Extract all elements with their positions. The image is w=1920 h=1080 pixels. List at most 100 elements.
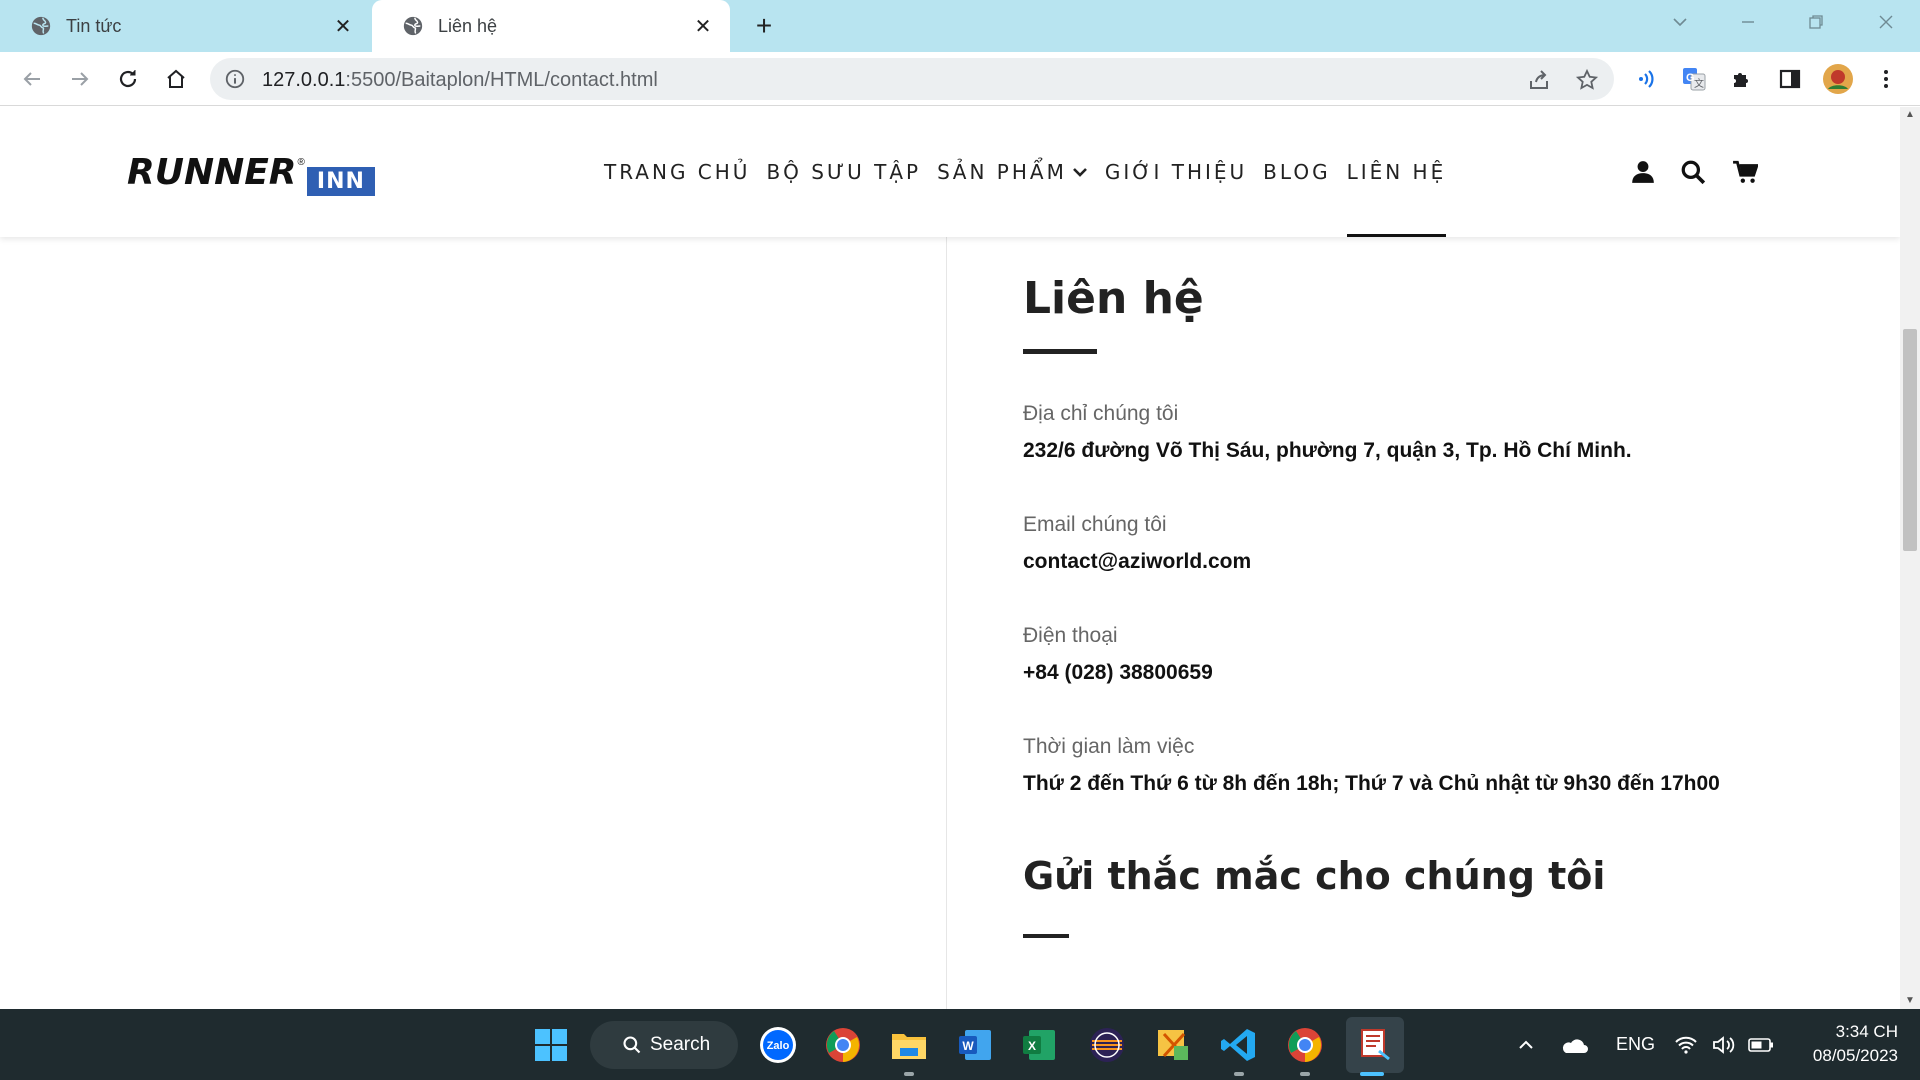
word-app-icon[interactable]: W	[952, 1022, 998, 1068]
nav-item-trang-chu[interactable]: TRANG CHỦ	[596, 107, 758, 237]
url-text: 127.0.0.1:5500/Baitaplon/HTML/contact.ht…	[262, 69, 658, 92]
svg-text:文: 文	[1694, 77, 1704, 90]
nav-item-gioi-thieu[interactable]: GIỚI THIỆU	[1097, 107, 1255, 237]
browser-toolbar: 127.0.0.1:5500/Baitaplon/HTML/contact.ht…	[0, 52, 1920, 106]
system-clock[interactable]: 3:34 CH 08/05/2023	[1788, 1020, 1898, 1068]
scroll-up-arrow-icon[interactable]: ▲	[1900, 107, 1920, 123]
address-bar[interactable]: 127.0.0.1:5500/Baitaplon/HTML/contact.ht…	[210, 58, 1614, 100]
nav-item-san-pham[interactable]: SẢN PHẨM	[929, 107, 1097, 237]
onedrive-cloud-icon[interactable]	[1560, 1009, 1588, 1080]
nav-item-bo-suu-tap[interactable]: BỘ SƯU TẬP	[758, 107, 929, 237]
column-divider	[946, 237, 947, 1009]
form-title: Gửi thắc mắc cho chúng tôi	[1023, 854, 1606, 898]
address-label: Địa chỉ chúng tôi	[1023, 402, 1179, 425]
google-translate-icon[interactable]: G文	[1676, 61, 1712, 97]
file-explorer-icon[interactable]	[886, 1022, 932, 1068]
restore-icon[interactable]	[1790, 0, 1842, 44]
url-host: 127.0.0.1	[262, 69, 346, 91]
scrollbar-thumb[interactable]	[1903, 329, 1917, 551]
nav-label: GIỚI THIỆU	[1104, 160, 1248, 184]
snipping-tool-icon[interactable]	[1150, 1022, 1196, 1068]
reload-icon[interactable]	[110, 61, 146, 97]
svg-text:W: W	[962, 1039, 974, 1053]
phone-value[interactable]: +84 (028) 38800659	[1023, 659, 1823, 687]
nav-label: BLOG	[1263, 160, 1331, 184]
tab-lien-he[interactable]: Liên hệ ✕	[372, 0, 730, 52]
nav-label: LIÊN HỆ	[1346, 160, 1447, 184]
page-title: Liên hệ	[1023, 273, 1204, 324]
site-info-icon[interactable]	[224, 68, 246, 90]
extensions-puzzle-icon[interactable]	[1724, 61, 1760, 97]
tray-overflow-chevron-icon[interactable]	[1516, 1009, 1536, 1080]
site-header: RUNNER ® INN TRANG CHỦ BỘ SƯU TẬP SẢN PH…	[0, 107, 1900, 237]
wifi-icon[interactable]	[1674, 1009, 1698, 1080]
bookmark-star-icon[interactable]	[1574, 67, 1600, 93]
tab-title: Liên hệ	[438, 15, 498, 36]
forward-arrow-icon[interactable]	[62, 61, 98, 97]
title-underline	[1023, 349, 1097, 354]
zalo-label: Zalo	[767, 1040, 790, 1052]
close-tab-icon[interactable]: ✕	[688, 11, 718, 41]
scroll-down-arrow-icon[interactable]: ▼	[1900, 993, 1920, 1009]
zalo-app-icon[interactable]: Zalo	[755, 1022, 801, 1068]
tab-search-icon[interactable]	[1654, 0, 1706, 44]
excel-app-icon[interactable]: X	[1016, 1022, 1062, 1068]
battery-icon[interactable]	[1748, 1009, 1774, 1080]
eclipse-app-icon[interactable]	[1084, 1022, 1130, 1068]
tab-tin-tuc[interactable]: Tin tức ✕	[0, 0, 370, 52]
svg-text:X: X	[1028, 1039, 1036, 1053]
nav-label: SẢN PHẨM	[937, 160, 1067, 184]
site-logo[interactable]: RUNNER ® INN	[127, 153, 375, 196]
hours-value: Thứ 2 đến Thứ 6 từ 8h đến 18h; Thứ 7 và …	[1023, 772, 1720, 795]
tab-title: Tin tức	[66, 15, 122, 36]
windows-taskbar: Search Zalo W X ENG 3:34 CH 08/05/2023	[0, 1009, 1920, 1080]
logo-registered-mark: ®	[297, 157, 305, 168]
phone-label: Điện thoại	[1023, 624, 1118, 647]
close-window-icon[interactable]	[1860, 0, 1912, 44]
nav-label: TRANG CHỦ	[604, 160, 751, 184]
nav-item-blog[interactable]: BLOG	[1255, 107, 1338, 237]
email-label: Email chúng tôi	[1023, 513, 1167, 536]
search-icon	[623, 1036, 641, 1054]
clock-date: 08/05/2023	[1812, 1046, 1898, 1065]
form-title-underline	[1023, 934, 1069, 938]
url-path: :5500/Baitaplon/HTML/contact.html	[345, 69, 658, 91]
taskbar-search[interactable]: Search	[590, 1021, 738, 1069]
globe-icon	[31, 16, 51, 36]
active-indicator	[1360, 1072, 1384, 1076]
language-label: ENG	[1616, 1034, 1656, 1054]
chevron-down-icon	[1072, 168, 1087, 177]
contact-section: Liên hệ Địa chỉ chúng tôi 232/6 đường Võ…	[1023, 257, 1823, 938]
share-icon[interactable]	[1526, 67, 1552, 93]
home-icon[interactable]	[158, 61, 194, 97]
address-value: 232/6 đường Võ Thị Sáu, phường 7, quận 3…	[1023, 439, 1632, 462]
hours-label: Thời gian làm việc	[1023, 735, 1195, 758]
language-indicator[interactable]: ENG	[1616, 1009, 1655, 1080]
volume-icon[interactable]	[1712, 1009, 1736, 1080]
close-tab-icon[interactable]: ✕	[328, 11, 358, 41]
nav-item-lien-he[interactable]: LIÊN HỆ	[1339, 107, 1455, 237]
chrome-app-icon-2[interactable]	[1282, 1022, 1328, 1068]
kebab-menu-icon[interactable]	[1868, 61, 1904, 97]
user-account-icon[interactable]	[1630, 159, 1656, 185]
new-tab-button[interactable]: +	[748, 10, 780, 42]
windows-start-icon[interactable]	[528, 1022, 574, 1068]
clock-time: 3:34 CH	[1835, 1022, 1898, 1041]
read-aloud-extension-icon[interactable]	[1628, 61, 1664, 97]
logo-runner-text: RUNNER	[127, 152, 297, 193]
page-scrollbar[interactable]: ▲ ▼	[1900, 107, 1920, 1009]
minimize-icon[interactable]	[1722, 0, 1774, 44]
profile-avatar[interactable]	[1820, 61, 1856, 97]
side-panel-icon[interactable]	[1772, 61, 1808, 97]
chrome-app-icon[interactable]	[820, 1022, 866, 1068]
web-page: RUNNER ® INN TRANG CHỦ BỘ SƯU TẬP SẢN PH…	[0, 107, 1900, 1009]
email-value[interactable]: contact@aziworld.com	[1023, 548, 1823, 576]
globe-icon	[403, 16, 423, 36]
snipping-capture-app-icon[interactable]	[1346, 1017, 1404, 1073]
shopping-cart-icon[interactable]	[1732, 159, 1758, 185]
tab-strip: Tin tức ✕ Liên hệ ✕ +	[0, 0, 1920, 52]
back-arrow-icon[interactable]	[14, 61, 50, 97]
nav-label: BỘ SƯU TẬP	[766, 160, 922, 184]
search-icon[interactable]	[1680, 159, 1706, 185]
vscode-app-icon[interactable]	[1216, 1022, 1262, 1068]
